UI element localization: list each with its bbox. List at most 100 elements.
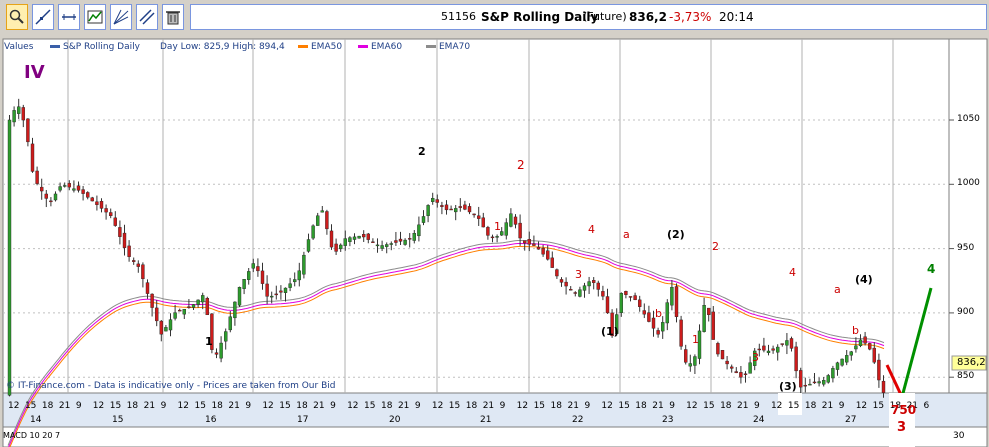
- candle-body: [385, 244, 389, 247]
- candle-body: [408, 238, 412, 240]
- candle-body: [412, 233, 416, 241]
- candle-body: [44, 193, 48, 199]
- plot-area: [2, 38, 950, 394]
- candle-body: [794, 346, 798, 372]
- date-tick-label: 15: [112, 415, 124, 425]
- candle-body: [624, 291, 628, 295]
- delete-button[interactable]: [162, 4, 184, 30]
- candle-body: [550, 257, 554, 268]
- candle-body: [725, 360, 729, 365]
- candle-body: [127, 245, 131, 257]
- candle-body: [555, 269, 559, 277]
- candle-body: [757, 348, 761, 351]
- candle-body: [136, 263, 141, 267]
- date-tick-label: 17: [297, 415, 309, 425]
- candle-body: [454, 208, 458, 213]
- time-tick-label: 15: [109, 401, 122, 411]
- time-tick-label: 6: [923, 401, 930, 411]
- candle-body: [380, 245, 384, 249]
- candle-body: [527, 239, 531, 245]
- time-tick-label: 15: [24, 401, 37, 411]
- time-tick-label: 9: [499, 401, 506, 411]
- candle-body: [785, 340, 789, 346]
- candle-body: [707, 307, 711, 315]
- instrument-title-bar: 51156 S&P Rolling Daily (Future) 836,2 -…: [190, 4, 987, 30]
- ema70-swatch: [426, 45, 436, 48]
- toolbar: 51156 S&P Rolling Daily (Future) 836,2 -…: [0, 0, 989, 36]
- candle-body: [674, 286, 679, 317]
- candle-body: [352, 236, 357, 240]
- candle-body: [196, 299, 200, 305]
- price-tick: 1000: [957, 178, 980, 188]
- wave-label: 3: [575, 268, 582, 281]
- candle-body: [141, 264, 145, 280]
- zoom-button[interactable]: [6, 4, 28, 30]
- time-tick-label: 18: [211, 401, 223, 411]
- candle-body: [495, 236, 499, 238]
- candle-body: [771, 348, 775, 351]
- candle-body: [76, 185, 81, 191]
- candle-body: [242, 279, 246, 289]
- candle-body: [58, 186, 62, 191]
- fan-button[interactable]: [110, 4, 132, 30]
- candle-body: [845, 355, 849, 363]
- candle-body: [504, 222, 508, 236]
- time-tick-label: 12: [855, 401, 868, 411]
- date-tick-label: 22: [572, 415, 584, 425]
- wave-label: 4: [789, 266, 796, 279]
- series-swatch: [50, 45, 60, 48]
- candle-body: [518, 222, 522, 239]
- time-tick-label: 21: [58, 401, 71, 411]
- legend-series: S&P Rolling Daily: [50, 42, 140, 52]
- candle-body: [431, 198, 435, 202]
- candle-body: [417, 224, 421, 237]
- candle-body: [720, 350, 725, 360]
- ema50-swatch: [298, 45, 308, 48]
- candle-body: [246, 271, 251, 280]
- candle-body: [822, 380, 826, 385]
- date-tick-label: 20: [389, 415, 401, 425]
- time-tick-label: 15: [194, 401, 206, 411]
- candle-body: [486, 227, 490, 236]
- candle-body: [251, 263, 256, 269]
- candle-body: [21, 107, 25, 121]
- time-tick-label: 15: [533, 401, 546, 411]
- wave-label: 3: [897, 420, 907, 435]
- candle-body: [329, 230, 334, 248]
- candle-body: [122, 232, 127, 248]
- time-tick-label: 21: [821, 401, 834, 411]
- candle-body: [633, 295, 637, 301]
- time-tick-label: 12: [601, 401, 613, 411]
- candle-body: [164, 327, 168, 332]
- copyright-note: © IT-Finance.com - Data is indicative on…: [6, 381, 336, 391]
- legend-values-label: Values: [4, 42, 34, 52]
- legend-day-range: Day Low: 825,9 High: 894,4: [160, 42, 285, 52]
- candle-body: [288, 283, 292, 288]
- wave-label: 2: [418, 145, 426, 158]
- time-tick-label: 21: [482, 401, 495, 411]
- indicator-button[interactable]: [84, 4, 106, 30]
- time-tick-label: 15: [364, 401, 376, 411]
- trendline-button[interactable]: [32, 4, 54, 30]
- candle-body: [7, 119, 12, 396]
- candle-body: [743, 373, 748, 375]
- time-tick-label: 15: [448, 401, 461, 411]
- candle-body: [670, 286, 674, 306]
- time-tick-label: 15: [618, 401, 630, 411]
- candle-body: [642, 310, 646, 315]
- last-update-time: 20:14: [719, 10, 754, 24]
- time-tick-label: 9: [160, 401, 167, 411]
- candle-body: [154, 307, 159, 322]
- candle-body: [449, 208, 453, 211]
- candle-body: [26, 118, 30, 143]
- candle-body: [638, 299, 642, 307]
- parallel-lines-button[interactable]: [136, 4, 158, 30]
- candle-body: [389, 243, 393, 245]
- candle-body: [187, 306, 191, 308]
- candle-body: [274, 293, 278, 296]
- horizontal-line-button[interactable]: [58, 4, 80, 30]
- candle-body: [398, 238, 403, 242]
- candle-body: [789, 338, 794, 349]
- time-tick-label: 12: [770, 401, 783, 411]
- time-tick-label: 12: [686, 401, 698, 411]
